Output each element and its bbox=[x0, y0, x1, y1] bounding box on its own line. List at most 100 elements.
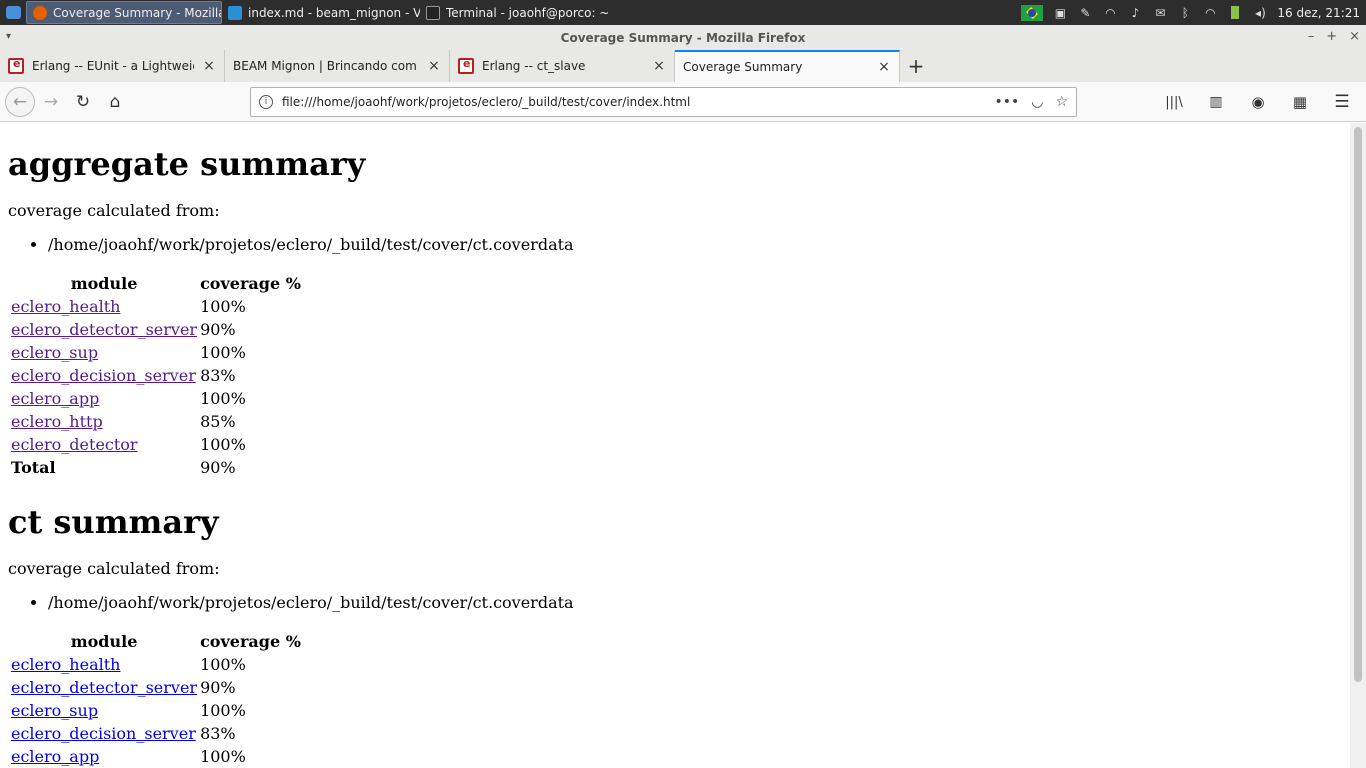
erlang-favicon-icon bbox=[458, 57, 474, 74]
account-button[interactable]: ◉ bbox=[1242, 86, 1274, 118]
close-tab-icon[interactable]: × bbox=[652, 58, 666, 74]
extensions-button[interactable]: ▦ bbox=[1284, 86, 1316, 118]
window-menu-icon[interactable]: ▾ bbox=[6, 31, 11, 42]
firefox-icon bbox=[33, 5, 47, 20]
menu-button[interactable]: ☰ bbox=[1326, 86, 1358, 118]
coverdata-list: /home/joaohf/work/projetos/eclero/_build… bbox=[48, 593, 1350, 613]
new-tab-button[interactable]: + bbox=[900, 50, 932, 82]
coverage-value: 100% bbox=[200, 701, 246, 720]
close-tab-icon[interactable]: × bbox=[877, 59, 891, 75]
close-tab-icon[interactable]: × bbox=[427, 58, 441, 74]
coverage-header: coverage % bbox=[200, 274, 301, 293]
vertical-scrollbar[interactable] bbox=[1350, 123, 1366, 768]
module-link[interactable]: eclero_health bbox=[11, 655, 120, 674]
module-link[interactable]: eclero_detector_server bbox=[11, 320, 197, 339]
wifi-icon[interactable]: ◠ bbox=[1102, 6, 1118, 20]
tab-coverage-summary[interactable]: Coverage Summary × bbox=[675, 50, 900, 82]
erlang-favicon-icon bbox=[8, 57, 24, 74]
close-window-icon[interactable]: × bbox=[1349, 29, 1360, 44]
forward-arrow-icon: → bbox=[43, 91, 59, 112]
section-heading: ct summary bbox=[8, 503, 219, 541]
module-link[interactable]: eclero_detector_server bbox=[11, 678, 197, 697]
close-tab-icon[interactable]: × bbox=[202, 58, 216, 74]
module-link[interactable]: eclero_app bbox=[11, 389, 99, 408]
screenshot-icon[interactable]: ▣ bbox=[1052, 6, 1068, 20]
notes-icon[interactable]: ✎ bbox=[1077, 6, 1093, 20]
module-link[interactable]: eclero_sup bbox=[11, 343, 98, 362]
maximize-icon[interactable]: + bbox=[1326, 29, 1337, 44]
tab-label: Erlang -- ct_slave bbox=[482, 59, 586, 73]
tab-ct-slave[interactable]: Erlang -- ct_slave × bbox=[450, 50, 675, 82]
module-link[interactable]: eclero_decision_server bbox=[11, 366, 196, 385]
plus-icon: + bbox=[907, 54, 925, 78]
minimize-icon[interactable]: – bbox=[1308, 29, 1315, 44]
page-actions-icon[interactable]: ••• bbox=[994, 94, 1019, 110]
site-info-icon[interactable]: i bbox=[259, 95, 273, 109]
table-header-row: module coverage % bbox=[11, 632, 301, 652]
scrollbar-thumb[interactable] bbox=[1354, 127, 1362, 682]
coverage-value: 83% bbox=[200, 724, 236, 743]
bell-icon[interactable]: ♪ bbox=[1127, 6, 1143, 20]
tab-bar: Erlang -- EUnit - a Lightweight × BEAM M… bbox=[0, 50, 1366, 82]
module-link[interactable]: eclero_app bbox=[11, 747, 99, 766]
url-text[interactable]: file:///home/joaohf/work/projetos/eclero… bbox=[282, 95, 994, 109]
module-link[interactable]: eclero_detector bbox=[11, 435, 138, 454]
tab-eunit[interactable]: Erlang -- EUnit - a Lightweight × bbox=[0, 50, 225, 82]
module-link[interactable]: eclero_decision_server bbox=[11, 724, 196, 743]
task-firefox[interactable]: Coverage Summary - Mozilla... bbox=[26, 1, 222, 24]
module-link[interactable]: eclero_http bbox=[11, 412, 103, 431]
task-terminal[interactable]: Terminal - joaohf@porco: ~ bbox=[420, 1, 620, 24]
window-title: Coverage Summary - Mozilla Firefox bbox=[560, 30, 806, 45]
coverage-value: 85% bbox=[200, 412, 236, 431]
back-button[interactable]: ← bbox=[5, 86, 35, 117]
table-row: eclero_app 100% bbox=[11, 389, 301, 409]
module-link[interactable]: eclero_sup bbox=[11, 701, 98, 720]
task-vscode[interactable]: index.md - beam_mignon - Vi... bbox=[222, 1, 420, 24]
library-button[interactable]: |||\ bbox=[1158, 86, 1190, 118]
coverdata-file: /home/joaohf/work/projetos/eclero/_build… bbox=[48, 593, 1350, 613]
sidebar-button[interactable]: ▥ bbox=[1200, 86, 1232, 118]
bluetooth-icon[interactable]: ᛒ bbox=[1177, 6, 1193, 20]
network-icon[interactable]: ◠ bbox=[1202, 6, 1218, 20]
task-label: Terminal - joaohf@porco: ~ bbox=[446, 5, 610, 20]
keyboard-layout-flag-icon[interactable] bbox=[1021, 4, 1044, 21]
table-row: eclero_app 100% bbox=[11, 747, 301, 767]
window-titlebar: ▾ Coverage Summary - Mozilla Firefox – +… bbox=[0, 25, 1366, 50]
module-link[interactable]: eclero_health bbox=[11, 297, 120, 316]
calc-label: coverage calculated from: bbox=[8, 201, 220, 220]
forward-button[interactable]: → bbox=[35, 86, 67, 118]
coverage-value: 100% bbox=[200, 343, 246, 362]
sidebar-icon: ▥ bbox=[1209, 94, 1223, 110]
bookmark-star-icon[interactable]: ☆ bbox=[1055, 94, 1068, 110]
app-menu-button[interactable] bbox=[0, 0, 26, 25]
back-arrow-icon: ← bbox=[12, 91, 28, 112]
coverdata-file: /home/joaohf/work/projetos/eclero/_build… bbox=[48, 235, 1350, 255]
volume-icon[interactable]: ◂) bbox=[1252, 6, 1268, 20]
clock[interactable]: 16 dez, 21:21 bbox=[1277, 6, 1360, 20]
calc-label: coverage calculated from: bbox=[8, 559, 220, 578]
extensions-icon: ▦ bbox=[1292, 93, 1308, 111]
table-header-row: module coverage % bbox=[11, 274, 301, 294]
coverage-table: module coverage % eclero_health 100% ecle… bbox=[8, 271, 304, 481]
table-row: eclero_health 100% bbox=[11, 655, 301, 675]
coverage-value: 100% bbox=[200, 389, 246, 408]
tab-beam-mignon[interactable]: BEAM Mignon | Brincando com E × bbox=[225, 50, 450, 82]
reload-icon: ↻ bbox=[75, 91, 91, 112]
table-row: eclero_sup 100% bbox=[11, 701, 301, 721]
url-bar[interactable]: i file:///home/joaohf/work/projetos/ecle… bbox=[250, 87, 1077, 117]
module-header: module bbox=[70, 274, 138, 293]
table-row: eclero_detector 100% bbox=[11, 435, 301, 455]
mail-icon[interactable]: ✉ bbox=[1152, 6, 1168, 20]
home-button[interactable]: ⌂ bbox=[99, 86, 131, 118]
tab-label: Erlang -- EUnit - a Lightweight bbox=[32, 59, 194, 73]
pocket-icon[interactable]: ◡ bbox=[1031, 94, 1043, 110]
page-content: aggregate summary coverage calculated fr… bbox=[0, 123, 1350, 768]
total-label: Total bbox=[11, 458, 56, 477]
vscode-icon bbox=[228, 5, 242, 20]
coverage-value: 100% bbox=[200, 747, 246, 766]
system-tray: ▣ ✎ ◠ ♪ ✉ ᛒ ◠ ◂) 16 dez, 21:21 bbox=[1021, 0, 1366, 25]
reload-button[interactable]: ↻ bbox=[67, 86, 99, 118]
battery-icon[interactable] bbox=[1227, 6, 1243, 20]
whisker-menu-icon bbox=[5, 6, 21, 19]
coverage-value: 83% bbox=[200, 366, 236, 385]
